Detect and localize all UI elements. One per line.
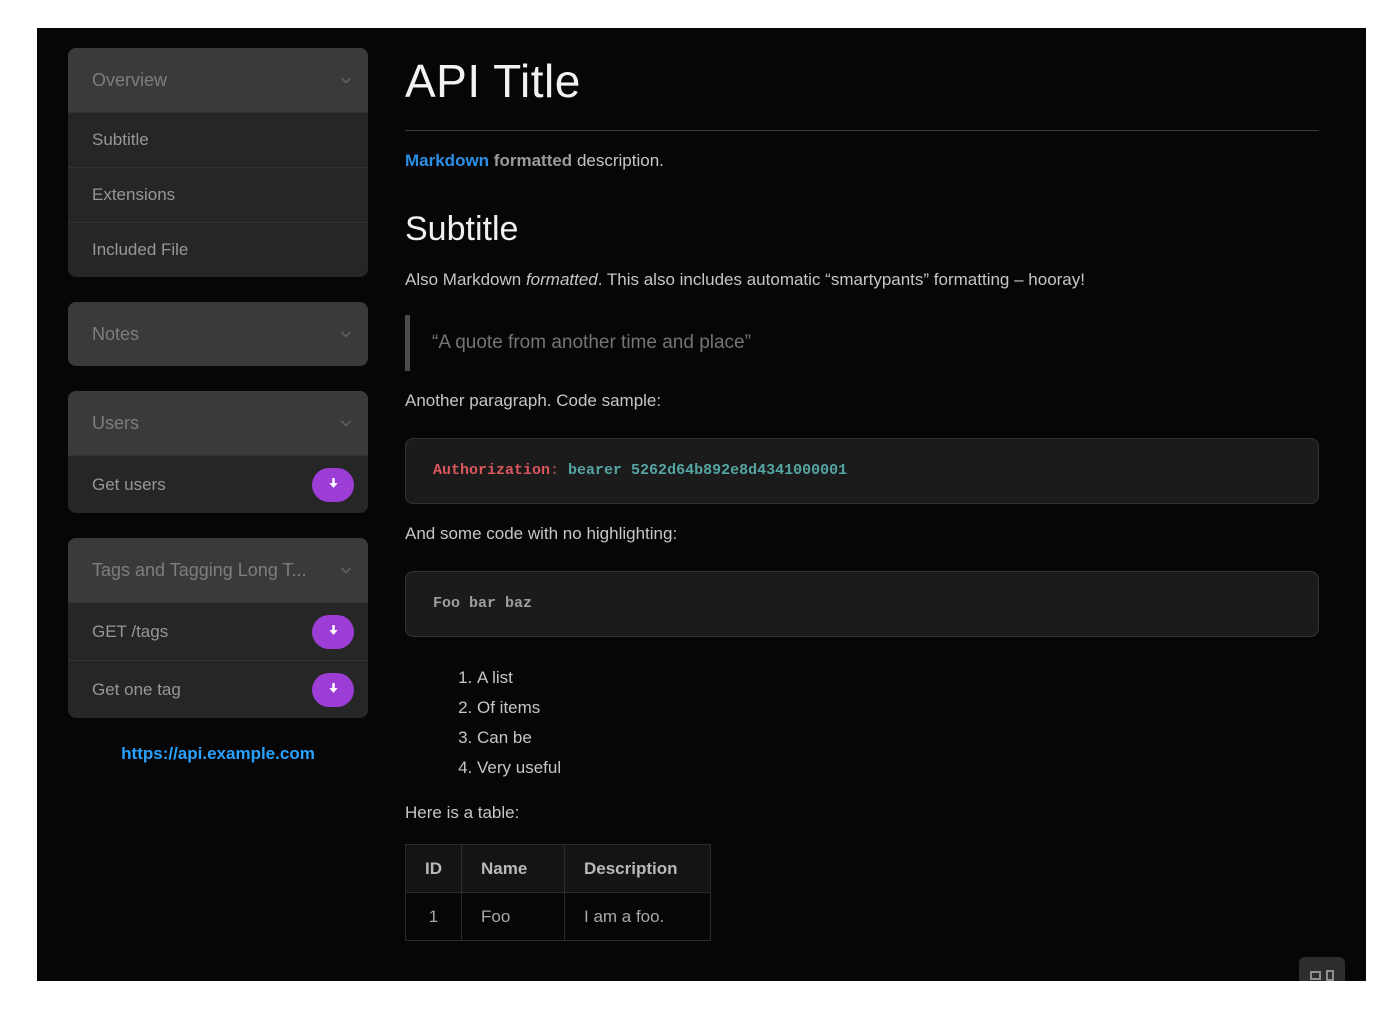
sidebar-header-users[interactable]: Users	[68, 391, 368, 455]
sidebar-item-extensions[interactable]: Extensions	[68, 167, 368, 222]
sidebar-header-tags[interactable]: Tags and Tagging Long T...	[68, 538, 368, 602]
chevron-down-icon	[338, 415, 354, 431]
table-cell-id: 1	[406, 893, 462, 941]
section-heading-subtitle: Subtitle	[405, 208, 1319, 250]
list-item: Can be	[477, 723, 1319, 753]
description-bold-text: formatted	[494, 151, 572, 170]
api-description: Markdown formatted description.	[405, 149, 1319, 172]
sidebar-item-label: Get one tag	[92, 680, 181, 700]
api-host-link[interactable]: https://api.example.com	[68, 744, 368, 764]
page-title: API Title	[405, 54, 1319, 108]
description-text: description.	[577, 151, 664, 170]
overlapping-squares-icon	[1310, 971, 1321, 980]
table-header-id: ID	[406, 845, 462, 893]
plain-code-block: Foo bar baz	[405, 571, 1319, 637]
sidebar-group-users: Users Get users	[68, 391, 368, 513]
sidebar: Overview Subtitle Extensions Included Fi…	[68, 48, 368, 764]
code-sample-label: Another paragraph. Code sample:	[405, 389, 1319, 412]
highlighted-code-block: Authorization: bearer 5262d64b892e8d4341…	[405, 438, 1319, 504]
table-header-name: Name	[462, 845, 565, 893]
chevron-down-icon	[338, 326, 354, 342]
chevron-down-icon	[338, 562, 354, 578]
table-row: 1 Foo I am a foo.	[406, 893, 711, 941]
sidebar-group-notes: Notes	[68, 302, 368, 366]
sidebar-item-subtitle[interactable]: Subtitle	[68, 112, 368, 167]
table-cell-name: Foo	[462, 893, 565, 941]
sidebar-item-get-users[interactable]: Get users	[68, 455, 368, 513]
arrow-down-icon	[326, 623, 341, 641]
arrow-down-icon	[326, 476, 341, 494]
sidebar-header-overview[interactable]: Overview	[68, 48, 368, 112]
code-value: bearer 5262d64b892e8d4341000001	[568, 462, 847, 479]
sidebar-item-label: Get users	[92, 475, 166, 495]
sidebar-item-label: Included File	[92, 240, 188, 260]
list-item: A list	[477, 663, 1319, 693]
sidebar-header-label: Users	[92, 413, 334, 434]
chevron-down-icon	[338, 72, 354, 88]
sidebar-group-tags: Tags and Tagging Long T... GET /tags Get…	[68, 538, 368, 718]
markdown-link[interactable]: Markdown	[405, 151, 489, 170]
ordered-list: A list Of items Can be Very useful	[405, 663, 1319, 783]
sidebar-header-label: Overview	[92, 70, 334, 91]
sidebar-item-label: Extensions	[92, 185, 175, 205]
main-content: API Title Markdown formatted description…	[405, 28, 1319, 941]
get-tags-action-button[interactable]	[312, 615, 354, 649]
title-divider	[405, 130, 1319, 131]
italic-text: formatted	[526, 270, 598, 289]
data-table: ID Name Description 1 Foo I am a foo.	[405, 844, 711, 941]
sidebar-group-overview: Overview Subtitle Extensions Included Fi…	[68, 48, 368, 277]
overlapping-squares-icon	[1326, 970, 1334, 981]
table-cell-description: I am a foo.	[565, 893, 711, 941]
code-separator: :	[550, 462, 568, 479]
code-keyword: Authorization	[433, 462, 550, 479]
table-label: Here is a table:	[405, 801, 1319, 824]
sidebar-item-get-tags[interactable]: GET /tags	[68, 602, 368, 660]
sidebar-header-label: Notes	[92, 324, 334, 345]
plain-code-label: And some code with no highlighting:	[405, 522, 1319, 545]
corner-overlay-widget[interactable]	[1299, 957, 1345, 981]
markdown-paragraph: Also Markdown formatted. This also inclu…	[405, 268, 1319, 291]
list-item: Very useful	[477, 753, 1319, 783]
blockquote: “A quote from another time and place”	[405, 315, 1319, 371]
get-one-tag-action-button[interactable]	[312, 673, 354, 707]
table-header-description: Description	[565, 845, 711, 893]
list-item: Of items	[477, 693, 1319, 723]
sidebar-header-label: Tags and Tagging Long T...	[92, 560, 334, 581]
sidebar-header-notes[interactable]: Notes	[68, 302, 368, 366]
app-window: Overview Subtitle Extensions Included Fi…	[37, 28, 1366, 981]
get-users-action-button[interactable]	[312, 468, 354, 502]
sidebar-item-included-file[interactable]: Included File	[68, 222, 368, 277]
sidebar-item-label: GET /tags	[92, 622, 168, 642]
table-header-row: ID Name Description	[406, 845, 711, 893]
sidebar-item-label: Subtitle	[92, 130, 149, 150]
arrow-down-icon	[326, 681, 341, 699]
sidebar-item-get-one-tag[interactable]: Get one tag	[68, 660, 368, 718]
